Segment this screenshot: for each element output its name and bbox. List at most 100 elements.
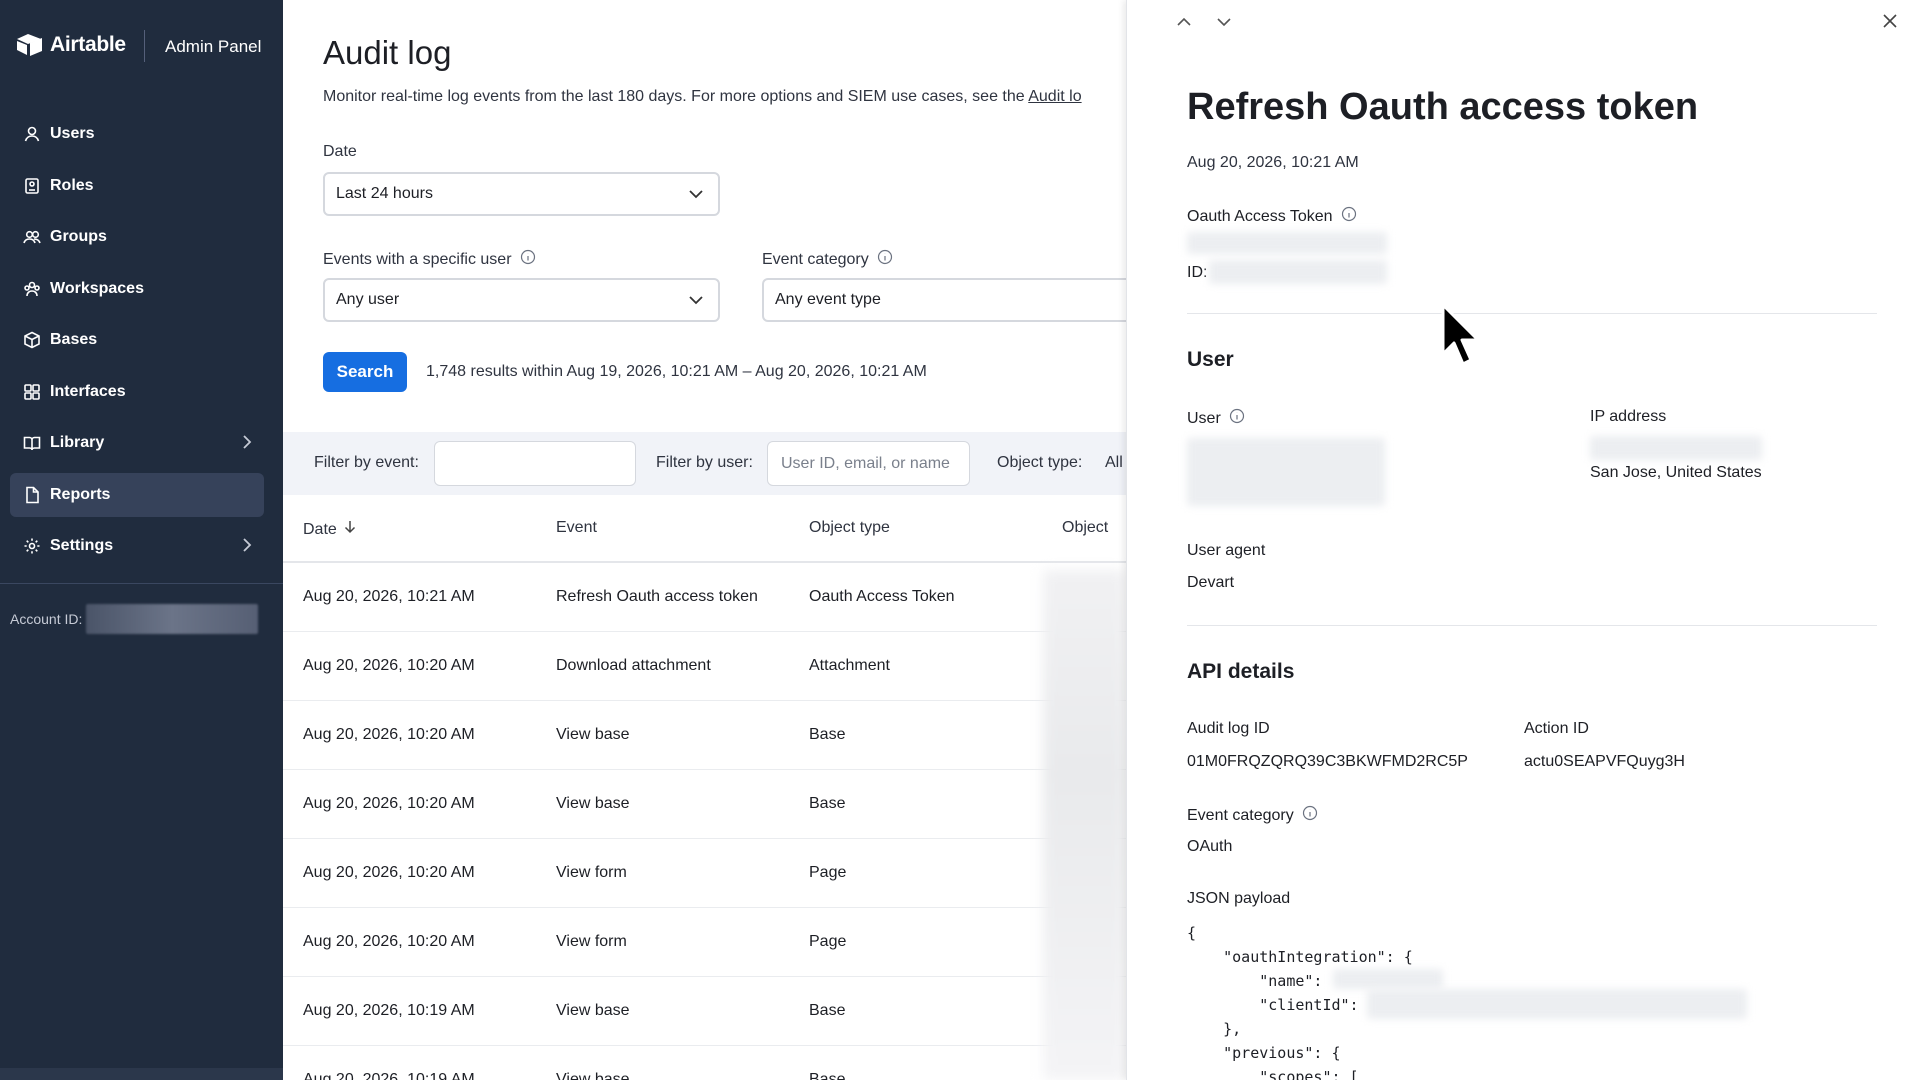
sidebar-item-workspaces[interactable]: Workspaces [10, 267, 264, 311]
object-column-redacted [1043, 570, 1126, 1080]
table-header: Date Event Object type Object [283, 495, 1126, 563]
info-icon[interactable] [1302, 805, 1318, 826]
sidebar-nav: Users Roles Groups Workspaces Bases Inte… [10, 112, 264, 576]
token-id-redacted [1209, 260, 1387, 284]
date-select-value: Last 24 hours [336, 185, 433, 202]
event-detail-panel: Refresh Oauth access token Aug 20, 2026,… [1126, 0, 1920, 1080]
table-row[interactable]: Aug 20, 2026, 10:19 AM View base Base [283, 1046, 1126, 1080]
sidebar-item-reports[interactable]: Reports [10, 472, 264, 517]
event-category-label-text: Event category [762, 250, 869, 268]
cell-event: View base [556, 1002, 630, 1019]
ip-location: San Jose, United States [1590, 464, 1762, 481]
brand-name: Airtable [50, 33, 126, 56]
event-category-value: Any event type [775, 291, 881, 308]
sidebar-item-library[interactable]: Library [10, 421, 264, 465]
cell-date: Aug 20, 2026, 10:20 AM [303, 657, 475, 674]
sidebar-item-label: Interfaces [50, 382, 126, 400]
chevron-down-icon [688, 293, 704, 312]
table-row[interactable]: Aug 20, 2026, 10:20 AM Download attachme… [283, 632, 1126, 701]
sidebar-item-groups[interactable]: Groups [10, 215, 264, 259]
cell-event: Refresh Oauth access token [556, 588, 758, 605]
table-row[interactable]: Aug 20, 2026, 10:21 AM Refresh Oauth acc… [283, 563, 1126, 632]
search-button[interactable]: Search [323, 352, 407, 392]
action-id-value: actu0SEAPVFQuyg3H [1524, 753, 1685, 770]
info-icon[interactable] [1341, 206, 1357, 227]
cell-event: Download attachment [556, 657, 711, 674]
event-category-detail-label-text: Event category [1187, 806, 1294, 824]
table-row[interactable]: Aug 20, 2026, 10:19 AM View base Base [283, 977, 1126, 1046]
sidebar-item-interfaces[interactable]: Interfaces [10, 370, 264, 414]
column-header-object-type[interactable]: Object type [809, 519, 890, 537]
token-label-text: Oauth Access Token [1187, 207, 1333, 225]
account-id-label: Account ID: [10, 611, 83, 627]
user-label-text: User [1187, 409, 1221, 427]
column-header-date[interactable]: Date [303, 519, 357, 540]
cell-event: View form [556, 933, 627, 950]
user-filter-select[interactable]: Any user [323, 278, 720, 322]
info-icon[interactable] [877, 249, 893, 270]
cell-object-type: Base [809, 1002, 846, 1019]
sidebar-item-label: Groups [50, 228, 107, 245]
ip-address-label: IP address [1590, 408, 1667, 425]
column-header-object[interactable]: Object [1062, 519, 1108, 537]
event-title: Refresh Oauth access token [1187, 86, 1699, 128]
roles-icon [22, 176, 42, 196]
chevron-down-icon[interactable] [1215, 14, 1233, 35]
sidebar-item-label: Users [50, 125, 95, 142]
arrow-down-icon [343, 519, 357, 540]
json-line: { [1187, 924, 1197, 942]
sidebar-item-users[interactable]: Users [10, 112, 264, 156]
json-line: "scopes": [ [1187, 1068, 1359, 1080]
chevron-right-icon [242, 434, 252, 455]
api-details-section-title: API details [1187, 660, 1295, 683]
table-row[interactable]: Aug 20, 2026, 10:20 AM View base Base [283, 770, 1126, 839]
table-row[interactable]: Aug 20, 2026, 10:20 AM View base Base [283, 701, 1126, 770]
json-line: "previous": { [1187, 1044, 1341, 1062]
account-id-redacted [86, 604, 259, 634]
chevron-down-icon [688, 187, 704, 206]
filter-bar: Filter by event: Filter by user: User ID… [283, 432, 1126, 495]
json-payload-label: JSON payload [1187, 890, 1291, 907]
event-date: Aug 20, 2026, 10:21 AM [1187, 154, 1359, 171]
cell-object-type: Base [809, 1071, 846, 1080]
cell-date: Aug 20, 2026, 10:19 AM [303, 1071, 475, 1080]
sidebar-item-settings[interactable]: Settings [10, 524, 264, 568]
chevron-right-icon [242, 537, 252, 558]
cell-date: Aug 20, 2026, 10:20 AM [303, 933, 475, 950]
user-filter-label: Events with a specific user [323, 249, 536, 270]
filter-user-label: Filter by user: [656, 454, 753, 471]
airtable-logo[interactable]: Airtable [16, 33, 126, 57]
cell-event: View base [556, 1071, 630, 1080]
filter-event-label: Filter by event: [314, 454, 419, 471]
cell-object-type: Base [809, 726, 846, 743]
cell-event: View base [556, 726, 630, 743]
results-summary: 1,748 results within Aug 19, 2026, 10:21… [426, 363, 927, 380]
object-type-select[interactable]: All [1105, 454, 1123, 472]
event-category-label: Event category [762, 249, 893, 270]
date-select[interactable]: Last 24 hours [323, 172, 720, 216]
sidebar: Airtable Admin Panel Users Roles Groups … [0, 0, 283, 1080]
column-header-event[interactable]: Event [556, 519, 597, 537]
filter-event-input[interactable] [434, 441, 636, 486]
chevron-up-icon[interactable] [1175, 14, 1193, 35]
sidebar-item-bases[interactable]: Bases [10, 318, 264, 362]
section-divider [1187, 313, 1877, 314]
sidebar-item-roles[interactable]: Roles [10, 164, 264, 208]
user-redacted [1187, 438, 1385, 506]
json-name-redacted [1333, 969, 1443, 989]
table-row[interactable]: Aug 20, 2026, 10:20 AM View form Page [283, 839, 1126, 908]
audit-log-api-link[interactable]: Audit lo [1028, 88, 1081, 105]
event-category-select[interactable]: Any event type [762, 278, 1126, 322]
page-title: Audit log [323, 34, 452, 71]
description-text: Monitor real-time log events from the la… [323, 88, 1029, 105]
table-row[interactable]: Aug 20, 2026, 10:20 AM View form Page [283, 908, 1126, 977]
cell-date: Aug 20, 2026, 10:20 AM [303, 864, 475, 881]
info-icon[interactable] [1229, 408, 1245, 429]
audit-log-id-label: Audit log ID [1187, 720, 1270, 737]
close-icon[interactable] [1881, 12, 1899, 35]
info-icon[interactable] [520, 249, 536, 270]
token-name-redacted [1187, 232, 1387, 254]
cell-object-type: Base [809, 795, 846, 812]
filter-user-input[interactable]: User ID, email, or name [767, 441, 970, 486]
json-line: }, [1187, 1020, 1242, 1038]
